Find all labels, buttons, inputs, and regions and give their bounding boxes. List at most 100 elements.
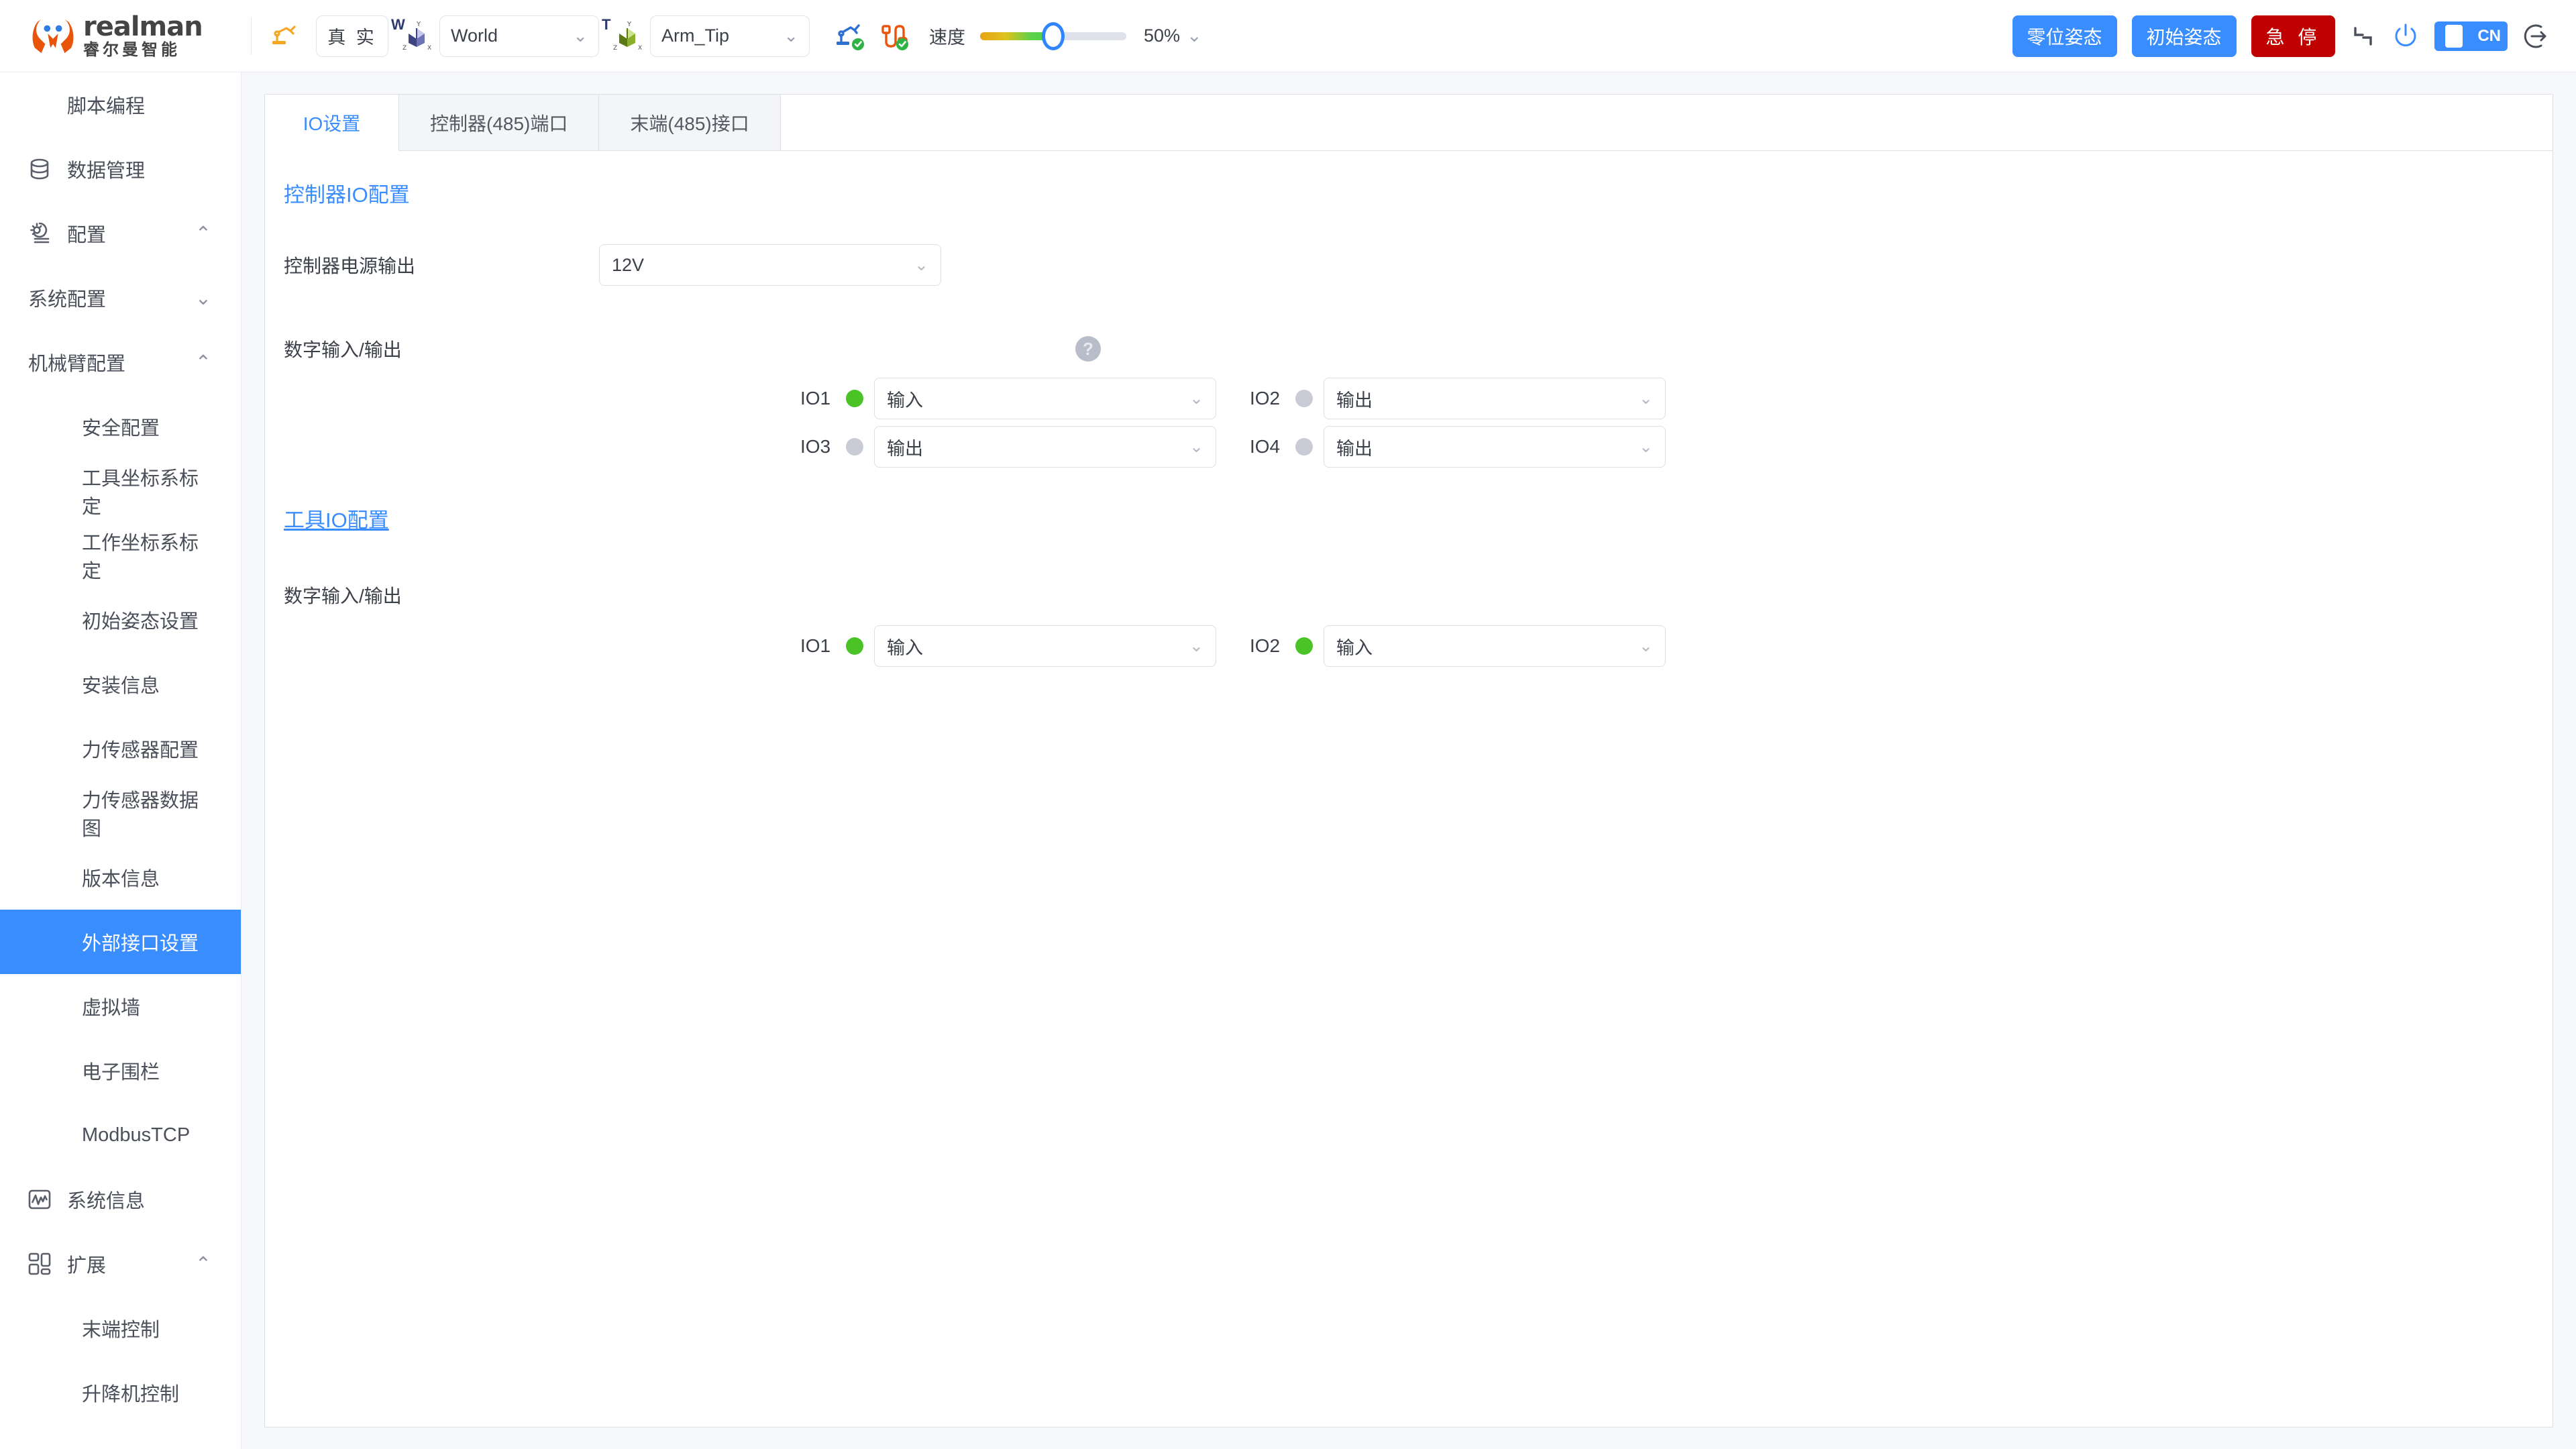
io-name-label: IO1 [800,635,831,656]
io-cell-IO1: IO1 输入 ⌄ [800,378,1250,419]
sidebar-item-6[interactable]: 工具坐标系标定 [0,459,241,523]
io-name-label: IO2 [1250,388,1281,409]
sidebar-item-8[interactable]: 初始姿态设置 [0,588,241,652]
sidebar-item-20[interactable]: 升降机控制 [0,1360,241,1425]
io-row-pair: IO1 输入 ⌄ IO2 输出 ⌄ [284,374,2553,423]
tool-io-section-title: 工具IO配置 [284,508,389,532]
arm-connected-icon [833,19,867,54]
io-name-label: IO2 [1250,635,1281,656]
sidebar-item-label: 升降机控制 [82,1384,180,1405]
main-content: IO设置 控制器(485)端口 末端(485)接口 控制器IO配置 控制器电源输… [241,72,2576,1449]
toolbar-right-group: 零位姿态 初始姿态 急 停 CN [2012,15,2576,57]
controller-power-output-select[interactable]: 12V ⌄ [599,244,941,286]
sidebar-item-11[interactable]: 力传感器数据图 [0,781,241,845]
sidebar-item-2[interactable]: 配置 ⌃ [0,201,241,266]
tab-bar: IO设置 控制器(485)端口 末端(485)接口 [265,95,2553,151]
database-icon [24,154,55,184]
tab-tool-485-interface[interactable]: 末端(485)接口 [599,95,781,150]
io-mode-select[interactable]: 输出 ⌄ [1324,378,1666,419]
io-cell-IO1: IO1 输入 ⌄ [800,625,1250,667]
question-help-icon[interactable]: ? [1075,336,1101,362]
chevron-toggle-icon[interactable]: ⌃ [195,1252,211,1276]
speed-slider-handle[interactable] [1042,21,1065,50]
io-mode-value: 输出 [1336,438,1373,459]
language-toggle[interactable]: CN [2434,21,2508,51]
sidebar-item-label: 安全配置 [82,418,160,439]
sidebar-item-14[interactable]: 虚拟墙 [0,974,241,1038]
sidebar-item-9[interactable]: 安装信息 [0,652,241,716]
sidebar-item-label: 工具坐标系标定 [82,468,199,518]
sidebar-item-16[interactable]: ModbusTCP [0,1103,241,1167]
sidebar-item-0[interactable]: 脚本编程 [0,72,241,137]
chevron-down-icon: ⌄ [914,256,928,274]
sidebar-item-label: 虚拟墙 [82,998,141,1019]
tool-io-grid: IO1 输入 ⌄ IO2 输入 ⌄ [265,622,2553,670]
speed-slider[interactable] [980,21,1126,50]
chevron-toggle-icon[interactable]: ⌄ [195,286,211,310]
sidebar-item-5[interactable]: 安全配置 [0,394,241,459]
speed-value: 50% [1144,25,1181,46]
controller-power-output-row: 控制器电源输出 12V ⌄ [265,244,2553,286]
zero-pose-button[interactable]: 零位姿态 [2012,15,2117,57]
io-mode-select[interactable]: 输入 ⌄ [874,378,1216,419]
sidebar-item-10[interactable]: 力传感器配置 [0,716,241,781]
brand-name-cn: 睿尔曼智能 [83,41,180,59]
sidebar-item-18[interactable]: 扩展 ⌃ [0,1232,241,1296]
io-mode-select[interactable]: 输入 ⌄ [1324,625,1666,667]
io-status-indicator [846,637,863,655]
init-pose-button[interactable]: 初始姿态 [2131,15,2237,57]
sidebar-navigation: 脚本编程数据管理 配置 ⌃ 系统配置 ⌄ 机械臂配置 ⌃ 安全配置工具坐标系标定 工作坐标系标定… [0,72,241,1449]
world-frame-value: World [451,25,498,46]
controller-power-output-value: 12V [612,254,645,275]
collapse-corner-icon[interactable] [2350,23,2377,50]
tool-frame-select[interactable]: Arm_Tip ⌄ [650,15,810,57]
chevron-down-icon: ⌄ [1189,637,1203,655]
chevron-toggle-icon[interactable]: ⌃ [195,351,211,374]
chevron-down-icon: ⌄ [1189,389,1203,408]
realman-logo-icon [32,17,74,56]
io-cell-IO4: IO4 输出 ⌄ [1250,426,1699,468]
sidebar-item-12[interactable]: 版本信息 [0,845,241,910]
language-label: CN [2477,26,2501,45]
top-toolbar: realman 睿尔曼智能 真 实 W Y Z X World ⌄ T Y Z … [0,0,2576,72]
io-cell-IO2: IO2 输入 ⌄ [1250,625,1699,667]
sidebar-item-label: 脚本编程 [67,96,146,117]
io-mode-value: 输出 [1336,390,1373,411]
world-frame-select[interactable]: World ⌄ [439,15,599,57]
io-mode-select[interactable]: 输入 ⌄ [874,625,1216,667]
tab-controller-485-port[interactable]: 控制器(485)端口 [399,95,600,150]
sidebar-item-3[interactable]: 系统配置 ⌄ [0,266,241,330]
chevron-down-icon: ⌄ [1639,637,1653,655]
sidebar-item-1[interactable]: 数据管理 [0,137,241,201]
sidebar-item-13[interactable]: 外部接口设置 [0,910,241,974]
tool-frame-value: Arm_Tip [661,25,730,46]
power-icon[interactable] [2392,22,2420,50]
sidebar-item-label: 末端控制 [82,1320,160,1341]
sidebar-item-label: 力传感器数据图 [82,790,199,840]
svg-text:Z: Z [402,45,407,52]
speed-value-select[interactable]: 50% ⌄ [1144,25,1202,46]
sidebar-item-4[interactable]: 机械臂配置 ⌃ [0,330,241,394]
io-mode-value: 输入 [887,637,923,658]
io-row-pair: IO3 输出 ⌄ IO4 输出 ⌄ [284,423,2553,471]
world-axis-icon: W Y Z X [391,16,434,54]
cable-connected-icon [877,19,912,54]
sidebar-item-19[interactable]: 末端控制 [0,1296,241,1360]
tool-digital-io-label: 数字输入/输出 [284,586,402,606]
logout-icon[interactable] [2522,21,2552,51]
io-mode-select[interactable]: 输出 ⌄ [874,426,1216,468]
mode-button[interactable]: 真 实 [316,15,388,57]
io-status-indicator [846,438,863,455]
sidebar-item-7[interactable]: 工作坐标系标定 [0,523,241,588]
chevron-toggle-icon[interactable]: ⌃ [195,222,211,246]
controller-io-section-title: 控制器IO配置 [284,183,410,207]
sidebar-item-label: 版本信息 [82,869,160,890]
io-name-label: IO4 [1250,436,1281,457]
io-name-label: IO1 [800,388,831,409]
sidebar-item-label: 系统配置 [28,289,107,311]
sidebar-item-15[interactable]: 电子围栏 [0,1038,241,1103]
io-mode-select[interactable]: 输出 ⌄ [1324,426,1666,468]
tab-io-settings[interactable]: IO设置 [265,95,399,151]
emergency-stop-button[interactable]: 急 停 [2251,15,2336,57]
sidebar-item-17[interactable]: 系统信息 [0,1167,241,1232]
